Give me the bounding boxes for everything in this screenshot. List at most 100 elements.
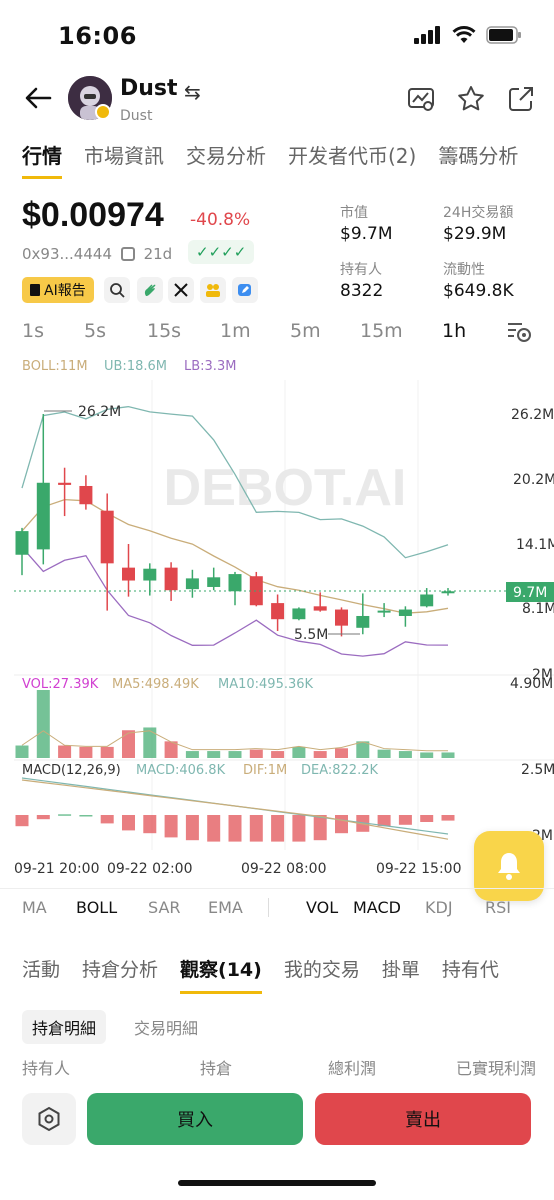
sell-button[interactable]: 賣出 [315, 1093, 531, 1145]
volume-bar [15, 745, 29, 758]
y-tick-4: 8.1M [522, 601, 554, 617]
search-icon[interactable] [104, 277, 130, 303]
tf-5m[interactable]: 5m [290, 320, 321, 342]
volume-bar [79, 746, 93, 758]
ind-vol[interactable]: VOL [306, 898, 353, 917]
ind-sar[interactable]: SAR [148, 898, 208, 917]
macd-bar [79, 815, 93, 817]
volume-bar [441, 752, 455, 758]
price-chart[interactable]: DEBOT.AI BOLL:11M UB:18.6M LB:3.3M 26.2M… [0, 354, 554, 884]
chart-settings-icon[interactable] [506, 320, 532, 348]
volume-bar [335, 748, 348, 758]
tab-orders[interactable]: 掛單 [382, 955, 420, 982]
contract-address[interactable]: 0x93...4444 21d [22, 245, 172, 263]
volume-bar [58, 745, 72, 758]
tf-1m[interactable]: 1m [220, 320, 251, 342]
volume-bar [185, 751, 199, 758]
tab-my-trades[interactable]: 我的交易 [284, 955, 360, 982]
chart-watermark: DEBOT.AI [164, 459, 407, 517]
macd-top-label: 2.5M [521, 762, 554, 778]
share-icon[interactable] [506, 84, 536, 114]
hand-icon[interactable] [137, 277, 163, 303]
tab-info[interactable]: 市場資訊 [84, 140, 164, 169]
macd-bar [122, 815, 135, 831]
ind-boll[interactable]: BOLL [76, 898, 148, 917]
tab-watch[interactable]: 觀察(14) [180, 955, 262, 994]
macd-bar [249, 815, 263, 842]
y-tick-2: 20.2M [513, 472, 554, 488]
ai-report-button[interactable]: AI報告 [22, 277, 94, 303]
indicator-bar: MA BOLL SAR EMA VOL MACD KDJ RSI [22, 898, 511, 917]
tf-5s[interactable]: 5s [84, 320, 106, 342]
tab-trade-analysis[interactable]: 交易分析 [186, 140, 266, 169]
buy-button[interactable]: 買入 [87, 1093, 303, 1145]
volume-bars [15, 690, 455, 758]
candle-body [143, 568, 157, 581]
current-price-label: 9.7M [513, 585, 547, 601]
ind-ma[interactable]: MA [22, 898, 76, 917]
ma10-label: MA10:495.36K [218, 677, 314, 692]
macd-bars [15, 814, 455, 842]
ai-report-label: AI報告 [44, 283, 86, 299]
tab-holding-analysis[interactable]: 持倉分析 [82, 955, 158, 982]
copy-icon[interactable] [120, 247, 135, 261]
tab-dev-tokens[interactable]: 开发者代币(2) [288, 140, 416, 169]
candle-body [185, 578, 199, 590]
x-tick-2: 09-22 02:00 [107, 861, 192, 877]
candle-body [356, 615, 370, 628]
ind-kdj[interactable]: KDJ [425, 898, 485, 917]
ub-label: UB:18.6M [104, 359, 167, 374]
x-tick-3: 09-22 08:00 [241, 861, 326, 877]
swap-icon[interactable]: ⇆ [184, 80, 201, 104]
community-icon[interactable] [200, 277, 226, 303]
book-icon [30, 284, 40, 296]
low-label: 5.5M [294, 627, 328, 643]
col-total-profit: 總利潤 [328, 1059, 377, 1078]
security-checks[interactable]: ✓✓✓✓ [188, 240, 255, 264]
tab-holders[interactable]: 持有代 [442, 955, 499, 982]
subtab-holdings[interactable]: 持倉明細 [22, 1010, 107, 1044]
macd-bar [36, 815, 50, 820]
ind-rsi[interactable]: RSI [485, 898, 511, 917]
x-icon[interactable] [168, 277, 194, 303]
tf-15s[interactable]: 15s [147, 320, 181, 342]
tf-15m[interactable]: 15m [360, 320, 403, 342]
volume-bar [36, 690, 50, 758]
subtab-trades[interactable]: 交易明細 [124, 1010, 208, 1044]
arrow-left-icon [25, 87, 52, 109]
dea-value: DEA:822.2K [301, 763, 378, 778]
vol-label: VOL:27.39K [22, 677, 99, 692]
candle-body [36, 482, 50, 550]
ind-ema[interactable]: EMA [208, 898, 268, 917]
price-alert-button[interactable] [474, 831, 544, 901]
settings-button[interactable] [22, 1093, 76, 1145]
ma5-label: MA5:498.49K [112, 677, 199, 692]
candles [15, 414, 455, 637]
candle-body [335, 609, 348, 626]
price-value: $0.00974 [22, 196, 164, 234]
ind-macd[interactable]: MACD [353, 898, 425, 917]
star-icon[interactable] [456, 84, 486, 114]
tf-1h[interactable]: 1h [442, 320, 466, 342]
divider [0, 888, 554, 889]
tab-market[interactable]: 行情 [22, 140, 62, 179]
chart-share-icon[interactable] [406, 84, 436, 114]
candle-body [164, 567, 178, 591]
macd-bar [15, 815, 29, 827]
candle-body [79, 485, 93, 505]
market-cap-value: $9.7M [340, 224, 393, 244]
liquidity-label: 流動性 [443, 262, 485, 278]
home-indicator [178, 1180, 376, 1186]
token-age: 21d [143, 245, 173, 263]
candle-body [207, 577, 221, 587]
macd-bar [420, 815, 434, 822]
volume-bar [249, 749, 263, 758]
edit-icon[interactable] [232, 277, 258, 303]
back-button[interactable] [22, 82, 54, 114]
wifi-icon [452, 26, 476, 43]
macd-bar [185, 815, 199, 841]
tab-chip-analysis[interactable]: 籌碼分析 [438, 140, 518, 169]
candle-body [377, 610, 391, 613]
tf-1s[interactable]: 1s [22, 320, 44, 342]
tab-activity[interactable]: 活動 [22, 955, 60, 982]
